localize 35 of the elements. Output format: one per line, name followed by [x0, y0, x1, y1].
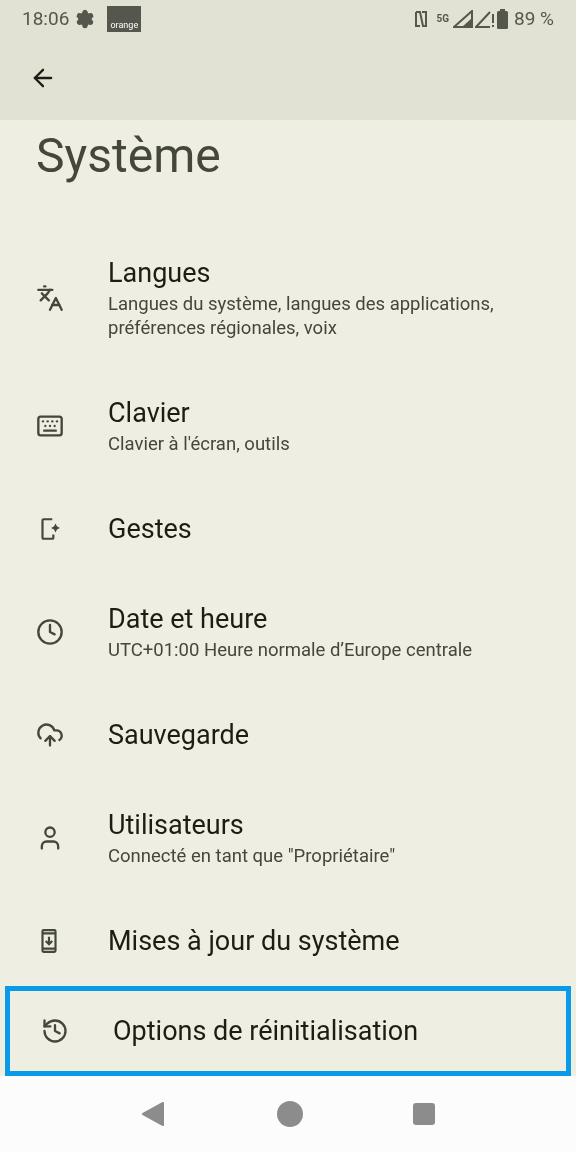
- settings-item[interactable]: Date et heure UTC+01:00 Heure normale d’Europe centrale: [0, 574, 576, 690]
- battery-icon: [497, 9, 508, 29]
- nav-back-button[interactable]: [141, 1101, 167, 1127]
- signal-icon: [453, 10, 473, 28]
- item-title: Clavier: [108, 396, 191, 430]
- settings-item[interactable]: Mises à jour du système: [0, 896, 576, 986]
- clock-icon: [36, 618, 64, 646]
- item-title: Mises à jour du système: [108, 924, 401, 958]
- item-title: Gestes: [108, 512, 193, 546]
- item-subtitle: UTC+01:00 Heure normale d’Europe centrale: [108, 638, 474, 662]
- battery-level: 89 %: [514, 5, 554, 32]
- settings-item[interactable]: Options de réinitialisation: [5, 986, 571, 1076]
- item-title: Sauvegarde: [108, 718, 251, 752]
- item-title: Date et heure: [108, 602, 269, 636]
- item-title: Langues: [108, 256, 212, 290]
- settings-item[interactable]: Sauvegarde: [0, 690, 576, 780]
- settings-item[interactable]: Gestes: [0, 484, 576, 574]
- settings-item[interactable]: Langues Langues du système, langues des applications, préférences régionales, voix: [0, 228, 576, 368]
- cloud-upload-icon: [36, 721, 64, 749]
- nav-home-button[interactable]: [277, 1101, 303, 1127]
- item-title: Options de réinitialisation: [113, 1014, 420, 1048]
- settings-item[interactable]: Utilisateurs Connecté en tant que "Propriétaire": [0, 780, 576, 896]
- network-type: 5G: [436, 14, 449, 24]
- signal-icon: [475, 10, 495, 28]
- status-time: 18:06: [22, 5, 70, 32]
- carrier-logo: orange: [107, 6, 142, 32]
- item-title: Utilisateurs: [108, 808, 245, 842]
- settings-item[interactable]: Clavier Clavier à l'écran, outils: [0, 368, 576, 484]
- history-icon: [41, 1017, 69, 1045]
- translate-icon: [36, 284, 64, 312]
- item-subtitle: Langues du système, langues des applications, préférences régionales, voix: [108, 292, 495, 340]
- nfc-icon: [414, 9, 429, 29]
- page-title: Système: [36, 126, 221, 186]
- item-subtitle: Clavier à l'écran, outils: [108, 432, 291, 456]
- item-subtitle: Connecté en tant que "Propriétaire": [108, 844, 397, 868]
